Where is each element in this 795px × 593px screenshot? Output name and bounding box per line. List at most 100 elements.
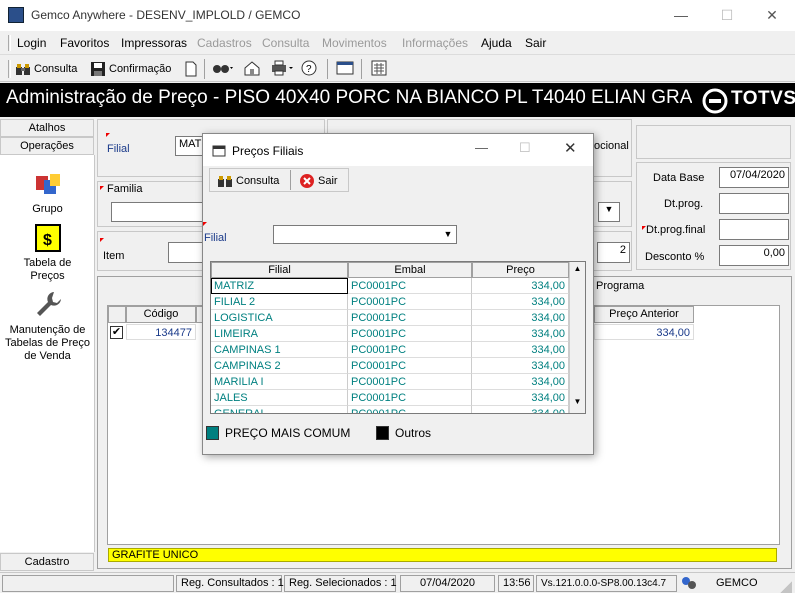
filiais-cell-preco[interactable]: 334,00 (472, 326, 569, 342)
legend-label-common: PREÇO MAIS COMUM (225, 426, 351, 440)
filiais-cell-filial[interactable]: LIMEIRA (211, 326, 348, 342)
scroll-down-icon[interactable]: ▼ (570, 397, 585, 406)
familia-dropdown-button[interactable]: ▼ (598, 202, 620, 222)
menu-ajuda[interactable]: Ajuda (481, 36, 512, 50)
filiais-cell-embal[interactable]: PC0001PC (348, 342, 472, 358)
filiais-row[interactable]: MATRIZ PC0001PC 334,00 (211, 278, 569, 294)
filiais-cell-embal[interactable]: PC0001PC (348, 310, 472, 326)
qty-field[interactable]: 2 (597, 242, 630, 263)
wrench-icon (36, 292, 61, 316)
dialog-consulta-button[interactable]: Consulta (217, 171, 279, 191)
nav-item-tabela-precos[interactable]: $ Tabela de Preços (0, 222, 95, 283)
filiais-header-preco[interactable]: Preço (472, 262, 569, 278)
filiais-grid-body: MATRIZ PC0001PC 334,00 FILIAL 2 PC0001PC 334,… (211, 278, 569, 413)
menu-login[interactable]: Login (17, 36, 46, 50)
filiais-cell-embal[interactable]: PC0001PC (348, 374, 472, 390)
new-document-icon[interactable] (184, 61, 198, 77)
dialog-minimize-button[interactable]: — (475, 140, 488, 155)
filiais-cell-filial[interactable]: LOGISTICA (211, 310, 348, 326)
menu-consulta[interactable]: Consulta (262, 36, 309, 50)
filiais-cell-preco[interactable]: 334,00 (472, 310, 569, 326)
close-button[interactable]: ✕ (749, 0, 795, 31)
printer-icon[interactable] (270, 60, 296, 76)
item-field[interactable] (168, 242, 206, 263)
filiais-cell-filial[interactable]: MARILIA I (211, 374, 348, 390)
programa-tab[interactable]: Programa (596, 280, 644, 292)
dialog-filial-select[interactable] (273, 225, 457, 244)
filiais-row[interactable]: CAMPINAS 1 PC0001PC 334,00 (211, 342, 569, 358)
filiais-row[interactable]: MARILIA I PC0001PC 334,00 (211, 374, 569, 390)
operacoes-button[interactable]: Operações (0, 137, 94, 155)
filiais-cell-filial[interactable]: CAMPINAS 2 (211, 358, 348, 374)
filiais-cell-embal[interactable]: PC0001PC (348, 326, 472, 342)
row-preco-anterior[interactable]: 334,00 (594, 324, 694, 340)
menu-sair[interactable]: Sair (525, 36, 546, 50)
filiais-scrollbar[interactable]: ▲ ▼ (569, 262, 585, 413)
chevron-down-icon[interactable]: ▼ (441, 227, 455, 242)
page-title: Administração de Preço - PISO 40X40 PORC… (6, 87, 692, 108)
filiais-row[interactable]: CAMPINAS 2 PC0001PC 334,00 (211, 358, 569, 374)
filiais-header-embal[interactable]: Embal (348, 262, 472, 278)
filiais-cell-embal[interactable]: PC0001PC (348, 358, 472, 374)
filiais-cell-preco[interactable]: 334,00 (472, 406, 569, 413)
grid-header-preco-anterior[interactable]: Preço Anterior (594, 306, 694, 323)
filial-field[interactable]: MAT (175, 136, 205, 156)
dt-prog-final-field[interactable] (719, 219, 789, 240)
dialog-maximize-button[interactable]: ☐ (519, 140, 531, 156)
nav-item-manutencao[interactable]: Manutenção de Tabelas de Preço de Venda (0, 289, 95, 363)
menu-favoritos[interactable]: Favoritos (60, 36, 109, 50)
filiais-cell-filial[interactable]: FILIAL 2 (211, 294, 348, 310)
data-base-field[interactable]: 07/04/2020 (719, 167, 789, 188)
help-icon[interactable]: ? (300, 60, 318, 76)
menu-cadastros[interactable]: Cadastros (197, 36, 252, 50)
filiais-row[interactable]: GENERALPC0001PC334,00 (211, 406, 569, 413)
svg-text:$: $ (43, 232, 52, 249)
find-dropdown-icon[interactable] (212, 60, 236, 76)
filiais-row[interactable]: LIMEIRA PC0001PC 334,00 (211, 326, 569, 342)
menu-impressoras[interactable]: Impressoras (121, 36, 187, 50)
row-checkbox[interactable]: ✔ (110, 326, 123, 339)
filiais-cell-filial[interactable]: MATRIZ (211, 278, 348, 294)
confirmacao-button[interactable]: Confirmação (90, 59, 171, 79)
cadastro-button[interactable]: Cadastro (0, 553, 94, 571)
filiais-cell-embal[interactable]: PC0001PC (348, 278, 472, 294)
scroll-up-icon[interactable]: ▲ (570, 262, 585, 276)
filiais-cell-filial[interactable]: GENERAL (211, 406, 348, 413)
row-codigo[interactable]: 134477 (126, 324, 196, 340)
nav-label-manutencao: Manutenção de Tabelas de Preço de Venda (5, 324, 90, 362)
menu-informacoes[interactable]: Informações (402, 36, 468, 50)
filiais-header-filial[interactable]: Filial (211, 262, 348, 278)
nav-item-grupo[interactable]: Grupo (0, 170, 95, 215)
dt-prog-field[interactable] (719, 193, 789, 214)
calendar-icon[interactable] (370, 60, 388, 76)
grid-header-codigo[interactable]: Código (126, 306, 196, 323)
filiais-cell-embal[interactable]: PC0001PC (348, 390, 472, 406)
dialog-sair-button[interactable]: Sair (299, 171, 338, 191)
home-icon[interactable] (243, 60, 261, 76)
consulta-button[interactable]: Consulta (15, 59, 77, 79)
minimize-button[interactable]: — (658, 0, 704, 31)
maximize-button[interactable]: ☐ (704, 0, 750, 31)
desconto-field[interactable]: 0,00 (719, 245, 789, 266)
filiais-row[interactable]: JALES PC0001PC 334,00 (211, 390, 569, 406)
familia-field[interactable] (111, 202, 206, 222)
resize-grip[interactable] (780, 581, 792, 593)
atalhos-button[interactable]: Atalhos (0, 119, 94, 137)
filiais-cell-filial[interactable]: JALES (211, 390, 348, 406)
menu-movimentos[interactable]: Movimentos (322, 36, 387, 50)
toolbar-grip (8, 60, 11, 78)
filiais-cell-preco[interactable]: 334,00 (472, 342, 569, 358)
item-label: Item (103, 250, 125, 262)
filiais-row[interactable]: FILIAL 2 PC0001PC 334,00 (211, 294, 569, 310)
filiais-cell-embal[interactable]: PC0001PC (348, 406, 472, 413)
filiais-cell-preco[interactable]: 334,00 (472, 278, 569, 294)
filiais-cell-preco[interactable]: 334,00 (472, 358, 569, 374)
dialog-close-button[interactable]: ✕ (564, 139, 577, 157)
filiais-cell-preco[interactable]: 334,00 (472, 374, 569, 390)
filiais-cell-preco[interactable]: 334,00 (472, 294, 569, 310)
filiais-row[interactable]: LOGISTICA PC0001PC 334,00 (211, 310, 569, 326)
filiais-cell-preco[interactable]: 334,00 (472, 390, 569, 406)
filiais-cell-embal[interactable]: PC0001PC (348, 294, 472, 310)
window-icon[interactable] (336, 60, 354, 76)
filiais-cell-filial[interactable]: CAMPINAS 1 (211, 342, 348, 358)
